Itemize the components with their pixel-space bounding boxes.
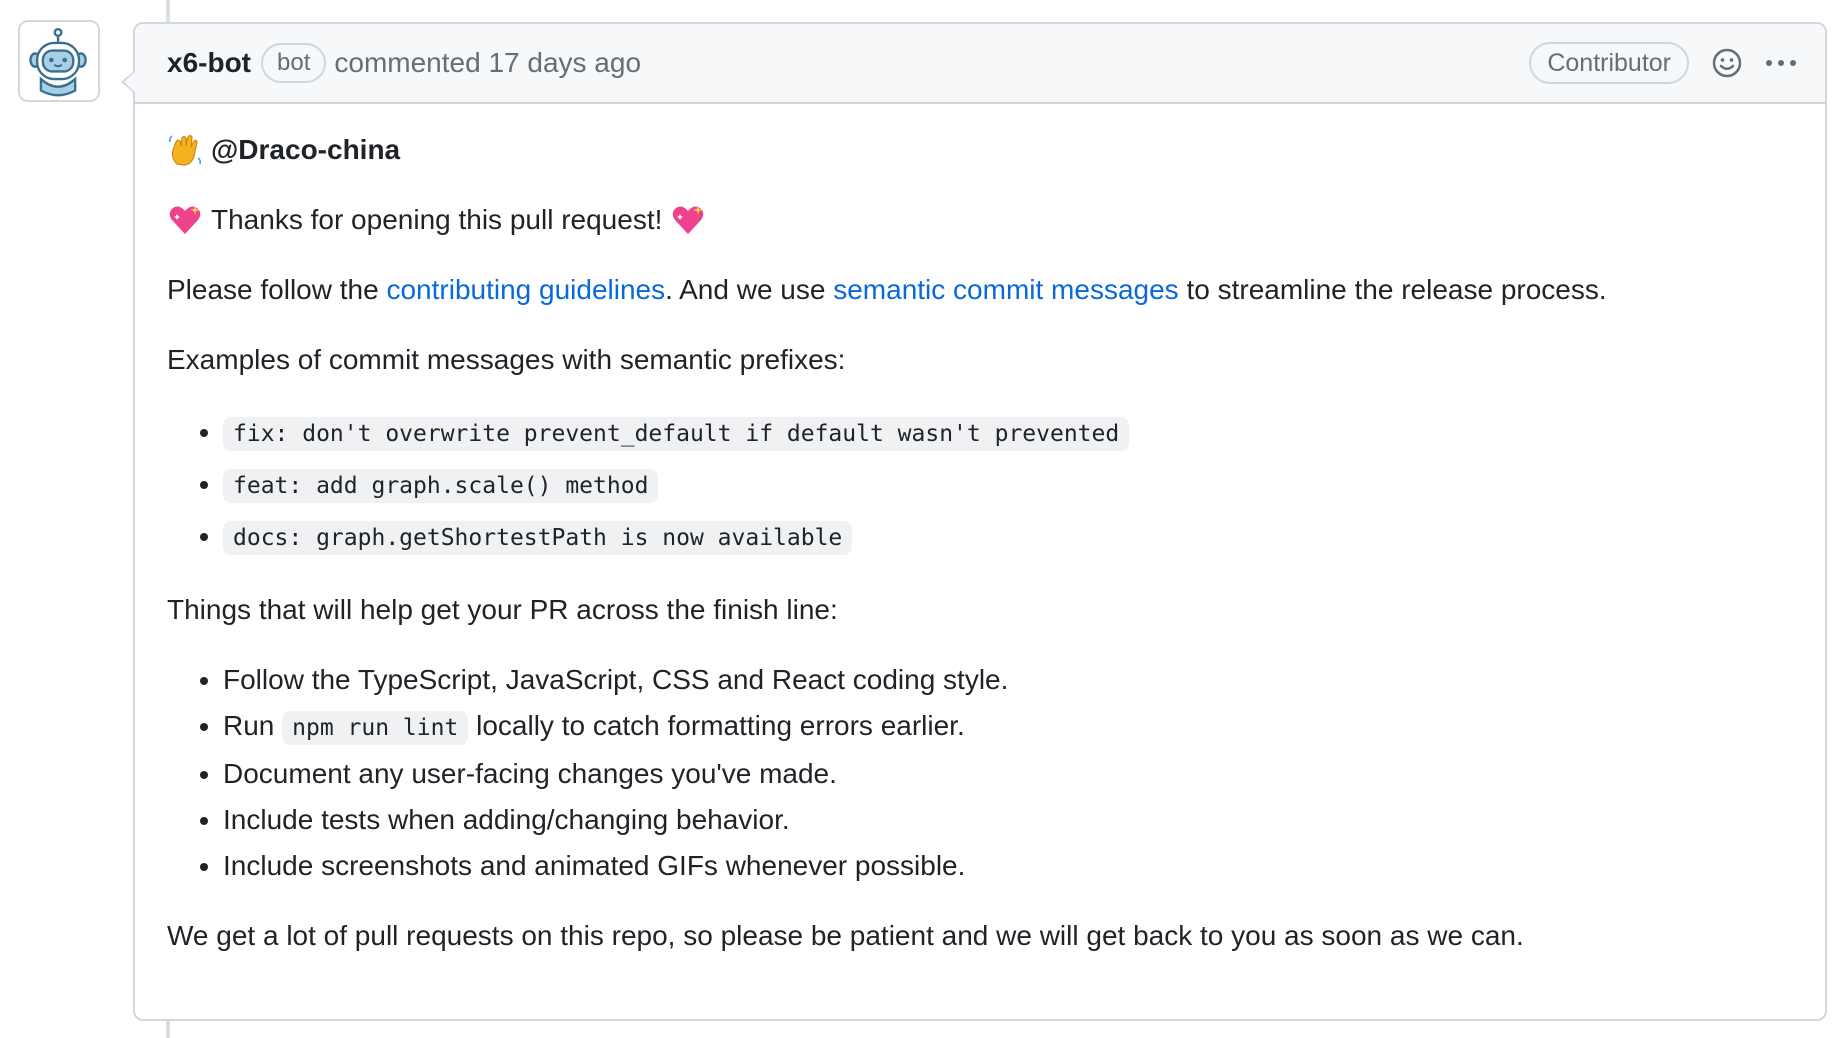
robot-icon	[20, 22, 98, 100]
examples-list: fix: don't overwrite prevent_default if …	[167, 410, 1793, 560]
run-text: Run	[223, 710, 275, 741]
smiley-icon[interactable]	[1711, 47, 1743, 79]
npm-lint-code: npm run lint	[282, 711, 469, 745]
follow-prefix: Please follow the	[167, 274, 379, 305]
robot-avatar[interactable]	[18, 20, 100, 102]
user-mention[interactable]: @Draco-china	[211, 130, 400, 170]
examples-heading: Examples of commit messages with semanti…	[167, 344, 846, 375]
follow-guidelines-line: Please follow the contributing guideline…	[167, 270, 1793, 310]
list-item: docs: graph.getShortestPath is now avail…	[223, 514, 1793, 560]
closing-text: We get a lot of pull requests on this re…	[167, 920, 1524, 951]
contributing-guidelines-link[interactable]: contributing guidelines	[386, 274, 665, 305]
sparkling-heart-icon	[167, 202, 203, 238]
action-text: commented	[334, 47, 481, 78]
help-heading: Things that will help get your PR across…	[167, 594, 838, 625]
comment-header: x6-bot bot commented 17 days ago Contrib…	[135, 24, 1825, 104]
example-code: feat: add graph.scale() method	[223, 469, 659, 503]
waving-hand-icon	[167, 132, 203, 168]
lint-suffix-text: locally to catch formatting errors earli…	[476, 710, 965, 741]
comment-body: @Draco-china Thanks for opening this pul…	[135, 104, 1825, 956]
list-item: feat: add graph.scale() method	[223, 462, 1793, 508]
contributor-badge: Contributor	[1529, 42, 1689, 84]
example-code: fix: don't overwrite prevent_default if …	[223, 417, 1130, 451]
list-item: Follow the TypeScript, JavaScript, CSS a…	[223, 660, 1793, 700]
bot-badge: bot	[261, 43, 327, 83]
greeting-line: @Draco-china	[167, 130, 1793, 170]
follow-middle: . And we use	[665, 274, 826, 305]
help-list: Follow the TypeScript, JavaScript, CSS a…	[167, 660, 1793, 886]
list-item: Include tests when adding/changing behav…	[223, 800, 1793, 840]
example-code: docs: graph.getShortestPath is now avail…	[223, 521, 853, 555]
sparkling-heart-icon	[670, 202, 706, 238]
header-actions: Contributor	[1529, 42, 1797, 84]
list-item: Run npm run lint locally to catch format…	[223, 706, 1793, 748]
list-item: Document any user-facing changes you've …	[223, 754, 1793, 794]
semantic-commit-messages-link[interactable]: semantic commit messages	[833, 274, 1178, 305]
timestamp-link[interactable]: 17 days ago	[488, 47, 641, 78]
thanks-line: Thanks for opening this pull request!	[167, 200, 1793, 240]
comment-meta: commented 17 days ago	[334, 47, 641, 79]
comment-box: x6-bot bot commented 17 days ago Contrib…	[121, 22, 1827, 1021]
author-link[interactable]: x6-bot	[167, 47, 251, 79]
list-item: fix: don't overwrite prevent_default if …	[223, 410, 1793, 456]
follow-suffix: to streamline the release process.	[1186, 274, 1607, 305]
list-item: Include screenshots and animated GIFs wh…	[223, 846, 1793, 886]
kebab-menu-icon[interactable]	[1765, 58, 1797, 68]
thanks-text: Thanks for opening this pull request!	[211, 204, 663, 235]
